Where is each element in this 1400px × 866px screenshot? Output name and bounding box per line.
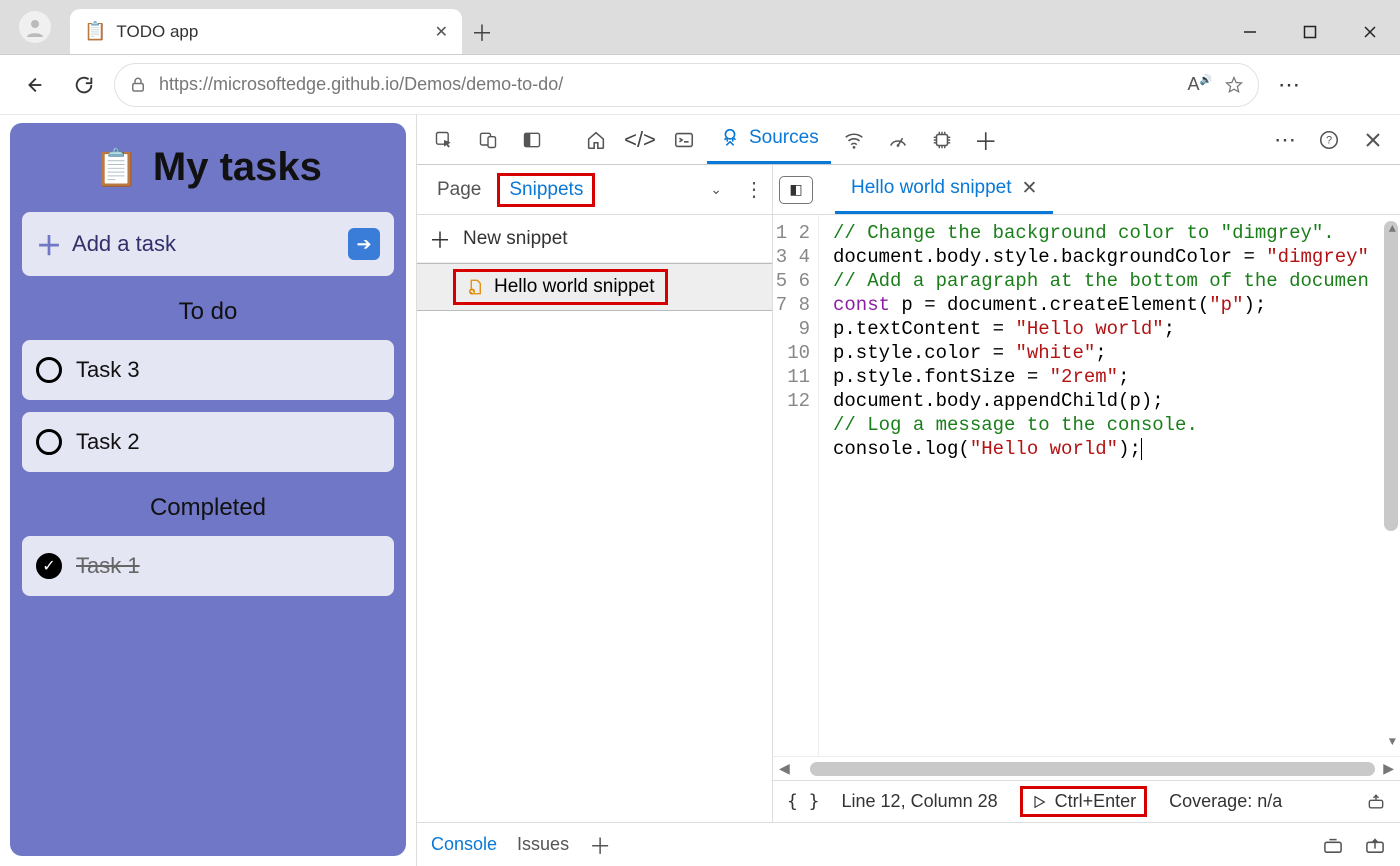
new-snippet-button[interactable]: ＋ New snippet <box>417 215 772 263</box>
code-text[interactable]: // Change the background color to "dimgr… <box>819 215 1400 756</box>
cursor-position: Line 12, Column 28 <box>842 791 998 812</box>
app-title: My tasks <box>153 145 322 190</box>
horizontal-scrollbar[interactable]: ◀ ▶ <box>773 756 1400 780</box>
editor-tab-label: Hello world snippet <box>851 177 1012 199</box>
scroll-left-icon[interactable]: ◀ <box>779 760 790 777</box>
todo-app: 📋 My tasks ＋ Add a task ➔ To do Task 3 T… <box>10 123 406 856</box>
app-logo-icon: 📋 <box>94 147 139 189</box>
window-minimize-button[interactable] <box>1220 9 1280 54</box>
favorite-icon[interactable] <box>1224 75 1244 95</box>
code-editor: ◧ Hello world snippet ✕ 1 2 3 4 5 6 7 8 … <box>773 165 1400 822</box>
completed-heading: Completed <box>22 494 394 522</box>
welcome-tab-icon[interactable] <box>575 119 617 161</box>
device-emulation-icon[interactable] <box>467 119 509 161</box>
gutter: 1 2 3 4 5 6 7 8 9 10 11 12 <box>773 215 819 756</box>
chevron-down-icon[interactable]: ⌄ <box>710 181 722 198</box>
source-map-icon[interactable] <box>1366 792 1386 812</box>
vertical-scrollbar[interactable] <box>1384 221 1398 531</box>
navigator-menu-icon[interactable]: ⋮ <box>744 177 764 202</box>
snippet-list-item[interactable]: Hello world snippet <box>417 263 772 311</box>
add-tab-icon[interactable]: ＋ <box>965 119 1007 161</box>
window-maximize-button[interactable] <box>1280 9 1340 54</box>
run-snippet-label: Ctrl+Enter <box>1055 791 1137 812</box>
devtools-more-icon[interactable]: ⋯ <box>1264 119 1306 161</box>
editor-file-tab[interactable]: Hello world snippet ✕ <box>835 166 1053 214</box>
sources-tab-label: Sources <box>749 127 819 149</box>
task-label: Task 3 <box>76 357 140 383</box>
more-menu-button[interactable]: ⋯ <box>1269 65 1309 105</box>
task-row[interactable]: Task 2 <box>22 412 394 472</box>
back-button[interactable] <box>14 65 54 105</box>
svg-text:?: ? <box>1326 134 1332 146</box>
tab-close-icon[interactable]: ✕ <box>435 22 448 42</box>
browser-tab[interactable]: 📋 TODO app ✕ <box>70 9 462 54</box>
url-field[interactable]: https://microsoftedge.github.io/Demos/de… <box>114 63 1259 107</box>
checkbox-icon[interactable] <box>36 357 62 383</box>
profile-avatar-icon <box>19 11 51 43</box>
snippet-name: Hello world snippet <box>494 276 655 298</box>
address-bar: https://microsoftedge.github.io/Demos/de… <box>0 55 1400 115</box>
scrollbar-thumb[interactable] <box>810 762 1375 776</box>
checkbox-checked-icon[interactable]: ✓ <box>36 553 62 579</box>
window-titlebar: 📋 TODO app ✕ ＋ <box>0 0 1400 55</box>
editor-tabs: ◧ Hello world snippet ✕ <box>773 165 1400 215</box>
task-label: Task 2 <box>76 429 140 455</box>
snippet-file-icon <box>466 278 484 296</box>
read-aloud-icon[interactable]: A🔊 <box>1188 74 1212 95</box>
refresh-button[interactable] <box>64 65 104 105</box>
url-text: https://microsoftedge.github.io/Demos/de… <box>159 74 1176 95</box>
close-file-icon[interactable]: ✕ <box>1022 177 1038 200</box>
inspect-element-icon[interactable] <box>423 119 465 161</box>
new-tab-button[interactable]: ＋ <box>462 9 502 54</box>
tab-title: TODO app <box>116 22 424 42</box>
navigator-tabs: Page Snippets ⌄ ⋮ <box>417 165 772 215</box>
page-nav-tab[interactable]: Page <box>425 173 493 207</box>
page-viewport: 📋 My tasks ＋ Add a task ➔ To do Task 3 T… <box>0 115 416 866</box>
site-info-icon[interactable] <box>129 76 147 94</box>
network-tab-icon[interactable] <box>833 119 875 161</box>
task-row[interactable]: ✓ Task 1 <box>22 536 394 596</box>
drawer-expand-icon[interactable] <box>1364 836 1386 854</box>
devtools-close-icon[interactable] <box>1352 119 1394 161</box>
task-label: Task 1 <box>76 553 140 579</box>
devtools-panel: </> Sources ＋ ⋯ ? <box>416 115 1400 866</box>
drawer-console-tab[interactable]: Console <box>431 834 497 855</box>
performance-tab-icon[interactable] <box>877 119 919 161</box>
profile-button[interactable] <box>0 0 70 54</box>
drawer-menu-icon[interactable] <box>1322 836 1344 854</box>
pretty-print-icon[interactable]: { } <box>787 791 820 812</box>
window-controls <box>1220 9 1400 54</box>
editor-statusbar: { } Line 12, Column 28 Ctrl+Enter Covera… <box>773 780 1400 822</box>
tab-favicon-icon: 📋 <box>84 21 106 42</box>
scroll-up-icon[interactable]: ▲ <box>1389 217 1396 241</box>
todo-heading: To do <box>22 298 394 326</box>
devtools-help-icon[interactable]: ? <box>1308 119 1350 161</box>
elements-tab-icon[interactable]: </> <box>619 119 661 161</box>
run-snippet-button[interactable]: Ctrl+Enter <box>1020 786 1148 817</box>
task-row[interactable]: Task 3 <box>22 340 394 400</box>
new-snippet-label: New snippet <box>463 228 568 250</box>
devtools-drawer: Console Issues ＋ <box>417 822 1400 866</box>
drawer-issues-tab[interactable]: Issues <box>517 834 569 855</box>
submit-task-button[interactable]: ➔ <box>348 228 380 260</box>
window-close-button[interactable] <box>1340 9 1400 54</box>
toggle-navigator-icon[interactable]: ◧ <box>779 176 813 204</box>
snippets-nav-tab[interactable]: Snippets <box>497 173 595 207</box>
plus-icon: ＋ <box>36 226 62 263</box>
code-area[interactable]: 1 2 3 4 5 6 7 8 9 10 11 12 // Change the… <box>773 215 1400 756</box>
sources-navigator: Page Snippets ⌄ ⋮ ＋ New snippet <box>417 165 773 822</box>
add-task-placeholder: Add a task <box>72 231 176 257</box>
scroll-right-icon[interactable]: ▶ <box>1383 760 1394 777</box>
memory-tab-icon[interactable] <box>921 119 963 161</box>
add-task-input[interactable]: ＋ Add a task ➔ <box>22 212 394 276</box>
checkbox-icon[interactable] <box>36 429 62 455</box>
devtools-tabstrip: </> Sources ＋ ⋯ ? <box>417 115 1400 165</box>
console-tab-icon[interactable] <box>663 119 705 161</box>
dock-side-icon[interactable] <box>511 119 553 161</box>
coverage-label: Coverage: n/a <box>1169 791 1282 812</box>
plus-icon: ＋ <box>429 223 451 255</box>
sources-tab[interactable]: Sources <box>707 116 831 164</box>
scroll-down-icon[interactable]: ▼ <box>1389 730 1396 754</box>
drawer-add-tab-icon[interactable]: ＋ <box>589 829 611 861</box>
